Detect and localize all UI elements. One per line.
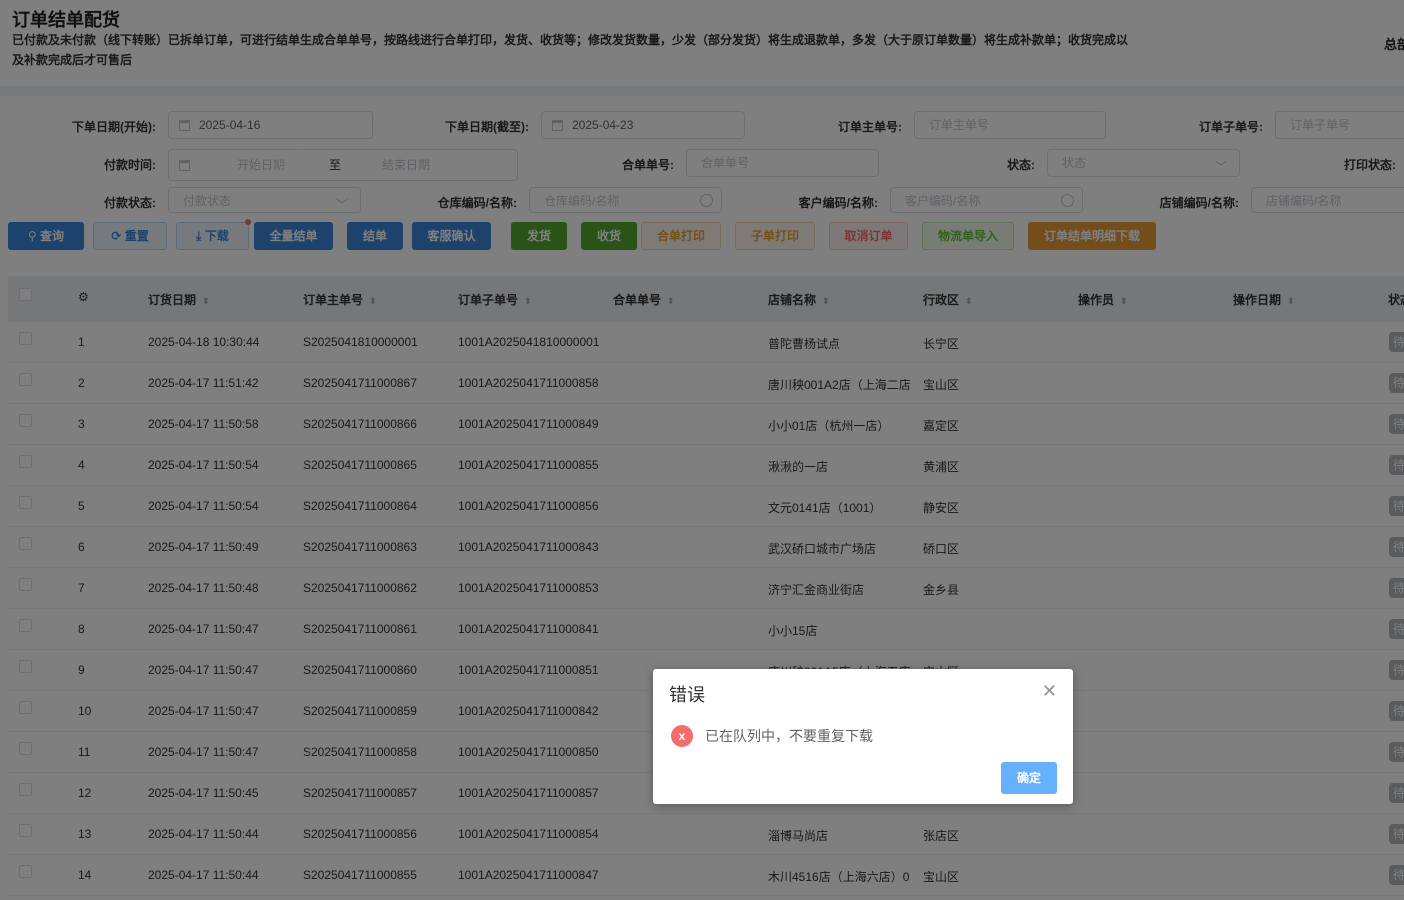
dialog-title: 错误 xyxy=(669,685,705,705)
close-icon[interactable]: ✕ xyxy=(1042,681,1057,702)
error-dialog: 错误 ✕ x 已在队列中，不要重复下载 确定 xyxy=(653,669,1073,804)
confirm-button[interactable]: 确定 xyxy=(1001,762,1057,794)
error-icon: x xyxy=(671,725,693,747)
dialog-message: 已在队列中，不要重复下载 xyxy=(705,728,873,744)
